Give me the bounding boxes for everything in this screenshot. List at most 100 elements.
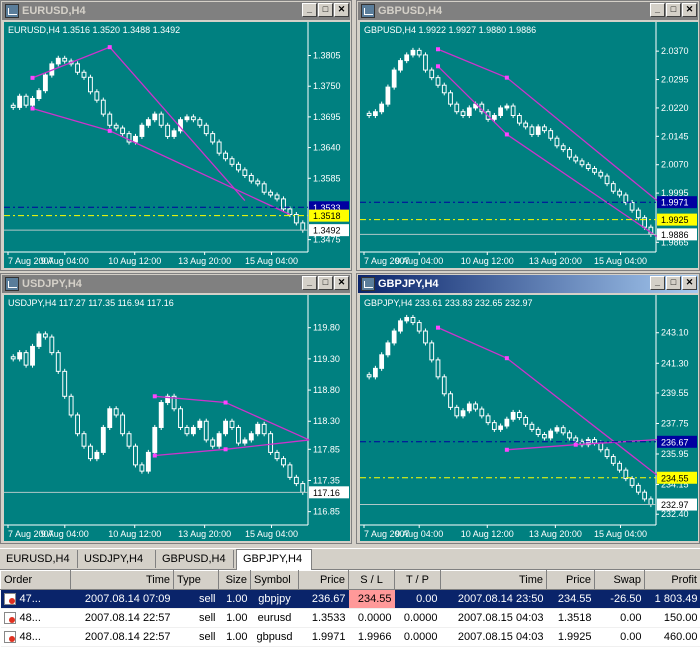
column-header-profit[interactable]: Profit	[644, 570, 700, 590]
window-titlebar[interactable]: GBPUSD,H4 _ □ ✕	[358, 2, 698, 20]
sl-cell: 1.9966	[348, 627, 395, 647]
candle-body	[223, 152, 228, 160]
candle-body	[107, 113, 113, 126]
maximize-button[interactable]: □	[666, 276, 681, 290]
candle-body	[158, 402, 164, 428]
minimize-button[interactable]: _	[302, 276, 317, 290]
candlestick-chart-svg[interactable]: 2.03702.02952.02202.01452.00701.99951.98…	[360, 22, 698, 268]
candle-body	[491, 115, 497, 120]
column-header-swap[interactable]: Swap	[594, 570, 645, 590]
column-header-type[interactable]: Type	[173, 570, 219, 590]
close-button[interactable]: ✕	[682, 3, 697, 17]
chart-window-usdjpy[interactable]: USDJPY,H4 _ □ ✕ 119.80 119.30 118.80 118.30…	[0, 273, 352, 544]
time-axis-label: 13 Aug 20:00	[529, 529, 582, 539]
candle-body	[529, 126, 535, 135]
candle-body	[268, 191, 274, 196]
column-header-size[interactable]: Size	[218, 570, 251, 590]
price-tag-label: 1.3518	[313, 211, 341, 221]
maximize-button[interactable]: □	[666, 3, 681, 17]
trend-line-anchor	[30, 75, 35, 80]
minimize-button[interactable]: _	[650, 3, 665, 17]
candlestick-chart-svg[interactable]: 243.10241.30239.55237.75235.95234.15232.…	[360, 295, 698, 541]
column-header-order[interactable]: Order	[0, 570, 71, 590]
column-header-current-price[interactable]: Price	[546, 570, 595, 590]
candle-body	[229, 158, 235, 165]
price-chart[interactable]: 119.80 119.30 118.80 118.30 117.85 117.35 116.…	[4, 295, 350, 541]
candle-body	[88, 445, 93, 460]
candle-body	[466, 403, 472, 412]
price-tick-label: 2.0295	[661, 75, 689, 85]
table-row[interactable]: 48... 2007.08.14 22:57 sell 1.00 eurusd …	[0, 608, 700, 628]
candle-body	[36, 90, 42, 99]
candle-body	[152, 426, 158, 453]
candlestick-chart-svg[interactable]: 119.80 119.30 118.80 118.30 117.85 117.35 116.…	[4, 295, 350, 541]
candle-body	[542, 434, 547, 439]
tab-gbpusd[interactable]: GBPUSD,H4	[156, 550, 234, 568]
close-button[interactable]: ✕	[334, 276, 349, 290]
minimize-button[interactable]: _	[650, 276, 665, 290]
column-header-tp[interactable]: T / P	[394, 570, 441, 590]
candle-body	[491, 422, 497, 430]
chart-window-eurusd[interactable]: EURUSD,H4 _ □ ✕ 1.3805 1.3750 1.3695 1.3640…	[0, 0, 352, 271]
column-header-time[interactable]: Time	[70, 570, 174, 590]
price-chart[interactable]: 1.3805 1.3750 1.3695 1.3640 1.3585 1.3475 1.35…	[4, 22, 350, 268]
column-header-price[interactable]: Price	[298, 570, 349, 590]
candle-body	[548, 130, 554, 139]
candle-body	[145, 119, 151, 126]
candle-body	[248, 433, 254, 441]
window-titlebar[interactable]: EURUSD,H4 _ □ ✕	[2, 2, 350, 20]
tab-usdjpy[interactable]: USDJPY,H4	[78, 550, 156, 568]
tab-gbpjpy[interactable]: GBPJPY,H4	[236, 549, 312, 570]
candle-body	[165, 124, 171, 137]
chart-plot-area	[4, 22, 308, 252]
time-cell: 2007.08.14 22:57	[70, 608, 174, 628]
candle-body	[145, 451, 151, 472]
candle-body	[30, 345, 35, 366]
tab-eurusd[interactable]: EURUSD,H4	[0, 550, 78, 568]
trend-line-anchor	[107, 45, 112, 50]
window-title: USDJPY,H4	[22, 278, 82, 290]
price-tick-label: 119.80	[313, 323, 340, 333]
trend-line-anchor	[504, 132, 509, 137]
price-chart[interactable]: 2.0370 2.0295 2.0220 2.0145 2.0070 1.9995 1.98…	[360, 22, 698, 268]
price-chart[interactable]: 243.10 241.30 239.55 237.75 235.95 234.15 232.…	[360, 295, 698, 541]
price-tick-label: 117.85	[313, 444, 340, 454]
candle-body	[158, 113, 164, 126]
trend-line-anchor	[436, 325, 440, 330]
close-button[interactable]: ✕	[682, 276, 697, 290]
minimize-button[interactable]: _	[302, 3, 317, 17]
trend-line-anchor	[223, 400, 228, 405]
sell-order-icon	[3, 593, 16, 606]
window-titlebar[interactable]: USDJPY,H4 _ □ ✕	[2, 275, 350, 293]
table-row[interactable]: 47... 2007.08.14 07:09 sell 1.00 gbpjpy …	[0, 589, 700, 609]
maximize-button[interactable]: □	[318, 276, 333, 290]
candle-body	[42, 333, 48, 338]
size-cell: 1.00	[218, 589, 251, 609]
candle-body	[510, 411, 516, 420]
close-button[interactable]: ✕	[334, 3, 349, 17]
table-row[interactable]: 48... 2007.08.14 22:57 sell 1.00 gbpusd …	[0, 627, 700, 647]
candle-body	[223, 420, 228, 435]
candle-body	[62, 370, 68, 397]
maximize-button[interactable]: □	[318, 3, 333, 17]
current-price-cell: 1.3518	[546, 608, 595, 628]
candle-body	[248, 174, 254, 182]
candle-body	[274, 451, 280, 460]
candle-body	[454, 103, 460, 113]
candle-body	[261, 183, 267, 193]
sl-cell: 234.55	[348, 589, 395, 609]
trend-line-anchor	[504, 75, 509, 80]
column-header-symbol[interactable]: Symbol	[250, 570, 299, 590]
chart-window-gbpjpy[interactable]: GBPJPY,H4 _ □ ✕ 243.10 241.30 239.55 237.75…	[356, 273, 700, 544]
size-cell: 1.00	[218, 608, 251, 628]
candlestick-chart-svg[interactable]: 1.38051.37501.36951.36401.35851.34751.35…	[4, 22, 350, 268]
time-axis-label: 10 Aug 12:00	[108, 529, 161, 539]
column-header-close-time[interactable]: Time	[440, 570, 547, 590]
window-titlebar[interactable]: GBPJPY,H4 _ □ ✕	[358, 275, 698, 293]
candle-body	[529, 423, 535, 430]
chart-window-gbpusd[interactable]: GBPUSD,H4 _ □ ✕ 2.0370 2.0295 2.0220 2.0145…	[356, 0, 700, 271]
order-cell: 48...	[0, 608, 71, 628]
candle-body	[184, 116, 190, 121]
column-header-sl[interactable]: S / L	[348, 570, 395, 590]
candle-body	[242, 439, 248, 444]
